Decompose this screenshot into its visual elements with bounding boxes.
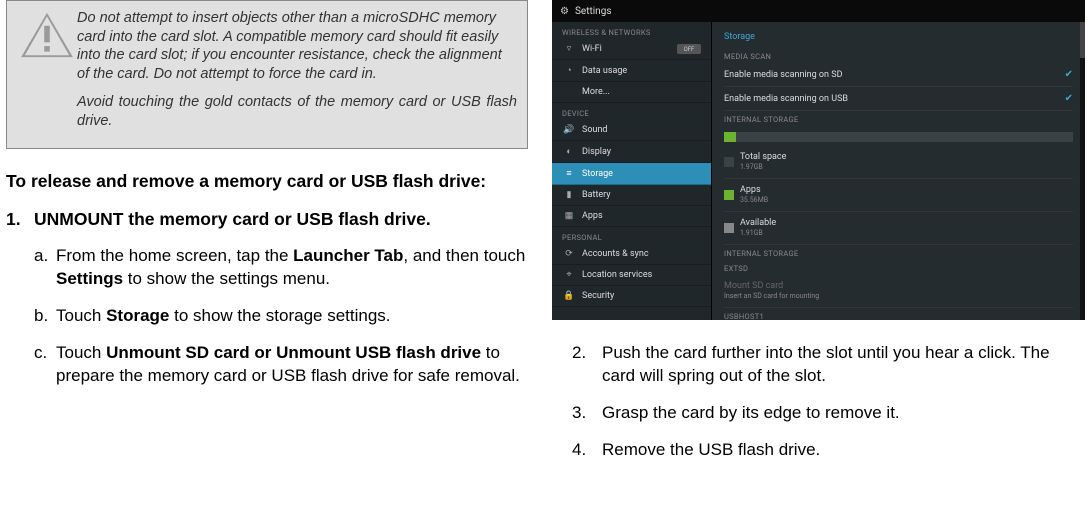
window-titlebar: ⚙ Settings [552,0,1085,22]
row-more[interactable]: More... [552,82,711,103]
row-total-space[interactable]: Total space1.97GB [724,146,1073,179]
scrollbar[interactable] [1080,22,1085,320]
row-apps-size[interactable]: Apps35.56MB [724,179,1073,212]
text: Touch [56,306,106,325]
storage-bar [724,132,1073,142]
settings-sidebar: WIRELESS & NETWORKS ▿Wi-FiOFF ◔Data usag… [552,22,712,320]
step-1-num: 1. [6,209,34,231]
row-apps[interactable]: ▦Apps [552,206,711,227]
text: Touch [56,343,106,362]
warning-p2: Avoid touching the gold contacts of the … [77,93,517,130]
row-mount-sd: Mount SD cardInsert an SD card for mount… [724,275,1073,308]
substep-c-letter: c. [34,342,56,388]
substep-b-letter: b. [34,305,56,328]
warning-icon [17,9,77,140]
storage-icon: ≡ [562,168,576,179]
storage-bar-fill [724,132,736,142]
unmount-label: Unmount SD card or Unmount USB flash dri… [106,343,481,362]
battery-icon: ▮ [562,190,576,200]
substep-a: a. From the home screen, tap the Launche… [34,245,528,291]
settings-detail: Storage MEDIA SCAN Enable media scanning… [712,22,1085,320]
step-4: 4.Remove the USB flash drive. [572,439,1085,462]
row-location[interactable]: ⌖Location services [552,265,711,286]
warning-p1: Do not attempt to insert objects other t… [77,9,517,83]
swatch-apps [724,190,734,200]
row-display[interactable]: ◐Display [552,141,711,163]
apps-icon: ▦ [562,211,576,221]
cat-usbhost: USBHOST1 [724,308,1073,320]
row-scan-usb[interactable]: Enable media scanning on USB✔ [724,87,1073,111]
row-storage[interactable]: ≡Storage [552,163,711,185]
row-battery[interactable]: ▮Battery [552,185,711,206]
location-icon: ⌖ [562,270,576,280]
sync-icon: ⟳ [562,249,576,259]
row-data-usage[interactable]: ◔Data usage [552,60,711,82]
scrollbar-thumb[interactable] [1080,22,1085,58]
row-scan-sd[interactable]: Enable media scanning on SD✔ [724,63,1073,87]
row-available[interactable]: Available1.91GB [724,212,1073,245]
check-icon: ✔ [1065,69,1073,80]
substep-a-letter: a. [34,245,56,291]
cat-personal: PERSONAL [552,227,711,244]
cat-device: DEVICE [552,103,711,120]
substep-c: c. Touch Unmount SD card or Unmount USB … [34,342,528,388]
window-title: Settings [575,6,612,17]
text: to show the storage settings. [169,306,390,325]
cat-internal-storage: INTERNAL STORAGE [724,111,1073,126]
warning-box: Do not attempt to insert objects other t… [6,0,528,149]
sound-icon: 🔊 [562,125,576,135]
lock-icon: 🔒 [562,291,576,301]
storage-label: Storage [106,306,169,325]
substep-b: b. Touch Storage to show the storage set… [34,305,528,328]
row-accounts[interactable]: ⟳Accounts & sync [552,244,711,265]
swatch-available [724,223,734,233]
wifi-switch[interactable]: OFF [677,44,701,54]
settings-label: Settings [56,269,123,288]
cat-media-scan: MEDIA SCAN [724,48,1073,63]
cat-wireless: WIRELESS & NETWORKS [552,22,711,39]
launcher-tab-label: Launcher Tab [293,246,403,265]
wifi-icon: ▿ [562,44,576,54]
text: to show the settings menu. [123,269,330,288]
row-wifi[interactable]: ▿Wi-FiOFF [552,39,711,60]
step-3: 3.Grasp the card by its edge to remove i… [572,402,1085,425]
swatch-total [724,157,734,167]
text: From the home screen, tap the [56,246,293,265]
step-2: 2.Push the card further into the slot un… [572,342,1085,388]
row-sound[interactable]: 🔊Sound [552,120,711,141]
step-1: 1. UNMOUNT the memory card or USB flash … [6,209,528,231]
warning-text: Do not attempt to insert objects other t… [77,9,517,140]
gear-icon: ⚙ [560,6,569,17]
text: , and then touch [403,246,525,265]
row-security[interactable]: 🔒Security [552,286,711,307]
settings-screenshot: ⚙ Settings WIRELESS & NETWORKS ▿Wi-FiOFF… [552,0,1085,320]
cat-extsd: EXTSD [724,260,1073,275]
step-1-text: UNMOUNT the memory card or USB flash dri… [34,209,431,231]
display-icon: ◐ [562,146,576,157]
detail-title: Storage [724,28,1073,48]
check-icon: ✔ [1065,93,1073,104]
cat-internal-storage-2: INTERNAL STORAGE [724,245,1073,260]
data-icon: ◔ [562,65,576,76]
section-lead: To release and remove a memory card or U… [6,171,528,193]
